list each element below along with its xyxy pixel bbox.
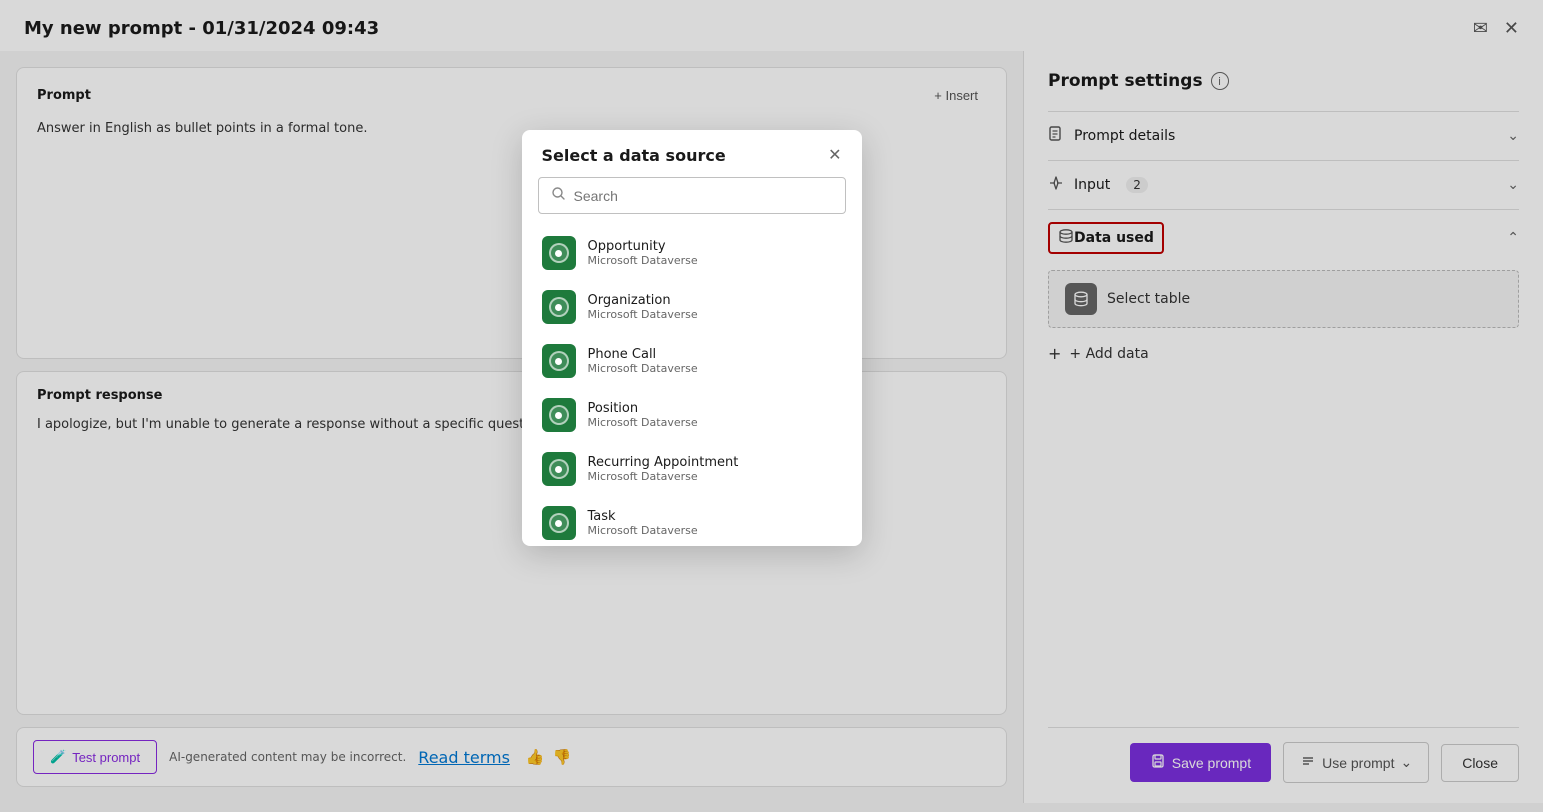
item-name-5: Task: [588, 509, 698, 524]
item-name-2: Phone Call: [588, 347, 698, 362]
modal-overlay: Select a data source ✕ Opportunity Micro…: [0, 0, 1543, 812]
list-item[interactable]: Organization Microsoft Dataverse: [522, 280, 862, 334]
item-icon-0: [542, 236, 576, 270]
item-name-0: Opportunity: [588, 239, 698, 254]
item-name-3: Position: [588, 401, 698, 416]
item-name-1: Organization: [588, 293, 698, 308]
item-icon-3: [542, 398, 576, 432]
item-sub-3: Microsoft Dataverse: [588, 416, 698, 429]
search-icon: [551, 186, 566, 205]
list-item[interactable]: Position Microsoft Dataverse: [522, 388, 862, 442]
list-item[interactable]: Recurring Appointment Microsoft Datavers…: [522, 442, 862, 496]
item-sub-1: Microsoft Dataverse: [588, 308, 698, 321]
item-icon-5: [542, 506, 576, 540]
datasource-list: Opportunity Microsoft Dataverse Organiza…: [522, 226, 862, 546]
item-sub-0: Microsoft Dataverse: [588, 254, 698, 267]
list-item[interactable]: Phone Call Microsoft Dataverse: [522, 334, 862, 388]
select-datasource-modal: Select a data source ✕ Opportunity Micro…: [522, 130, 862, 546]
item-name-4: Recurring Appointment: [588, 455, 739, 470]
modal-close-button[interactable]: ✕: [828, 148, 841, 164]
item-icon-1: [542, 290, 576, 324]
item-sub-5: Microsoft Dataverse: [588, 524, 698, 537]
list-item[interactable]: Opportunity Microsoft Dataverse: [522, 226, 862, 280]
search-input[interactable]: [574, 188, 833, 204]
modal-search-bar[interactable]: [538, 177, 846, 214]
modal-header: Select a data source ✕: [522, 130, 862, 177]
item-icon-2: [542, 344, 576, 378]
modal-title: Select a data source: [542, 146, 726, 165]
item-sub-4: Microsoft Dataverse: [588, 470, 739, 483]
list-item[interactable]: Task Microsoft Dataverse: [522, 496, 862, 546]
item-icon-4: [542, 452, 576, 486]
item-sub-2: Microsoft Dataverse: [588, 362, 698, 375]
